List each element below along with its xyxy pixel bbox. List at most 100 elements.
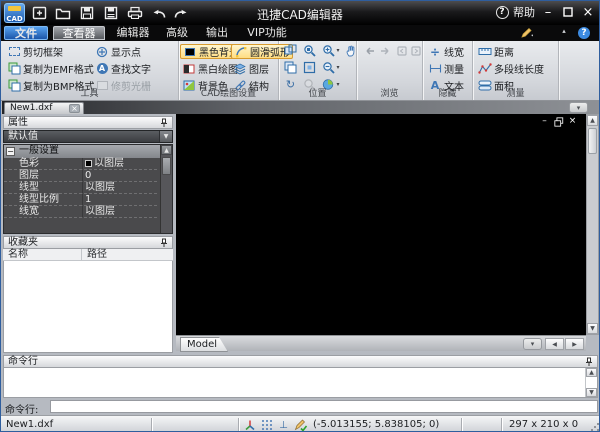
hide-measure-button[interactable]: 测量 bbox=[426, 61, 466, 76]
grid-snap-icon[interactable] bbox=[259, 418, 274, 431]
black-background-icon bbox=[183, 45, 197, 58]
smooth-arc-icon bbox=[234, 45, 248, 58]
status-bar: New1.dxf ⊥ (-5.013155; 5.838105; 0) 297 … bbox=[1, 415, 599, 431]
tab-viewer[interactable]: 查看器 bbox=[53, 26, 105, 40]
ucs-axes-icon[interactable] bbox=[242, 418, 257, 431]
cmd-scroll-down-icon[interactable]: ▼ bbox=[586, 388, 597, 397]
polyline-length-button[interactable]: 多段线长度 bbox=[476, 61, 546, 76]
mdi-minimize-icon[interactable]: – bbox=[539, 116, 550, 126]
tab-vip[interactable]: VIP功能 bbox=[239, 26, 295, 40]
crop-frame-button[interactable]: 剪切框架 bbox=[5, 44, 65, 59]
canvas-scroll-thumb[interactable] bbox=[588, 128, 597, 154]
layers-button[interactable]: 图层 bbox=[231, 61, 271, 76]
canvas-scroll-left-icon[interactable]: ◀ bbox=[545, 338, 564, 350]
draft-check-icon[interactable] bbox=[293, 418, 308, 431]
crop-frame-icon bbox=[7, 45, 21, 58]
favorites-pin-icon[interactable] bbox=[159, 238, 169, 248]
properties-panel-header: 属性 bbox=[3, 116, 173, 129]
property-grid-scrollbar[interactable]: ▲ bbox=[160, 145, 172, 233]
property-row-lineweight[interactable]: 线宽 以图层 bbox=[4, 206, 157, 218]
properties-preset-dropdown[interactable]: 默认值 ▼ bbox=[3, 130, 173, 143]
minimize-button[interactable]: – bbox=[539, 4, 557, 20]
group-label-measure: 测量 bbox=[506, 89, 525, 99]
drawing-canvas[interactable]: – × bbox=[176, 114, 586, 335]
property-category-row[interactable]: − 一般设置 bbox=[4, 145, 172, 158]
help-icon[interactable]: ? bbox=[495, 4, 509, 20]
preset-dropdown-arrow-icon[interactable]: ▼ bbox=[159, 131, 172, 142]
canvas-scroll-right-icon[interactable]: ▶ bbox=[565, 338, 584, 350]
ribbon-group-hide: ÷ 线宽 测量 A 文本 隐藏 bbox=[423, 41, 473, 100]
save-button[interactable] bbox=[77, 5, 97, 21]
maximize-button[interactable] bbox=[559, 4, 577, 20]
collapse-category-icon[interactable]: − bbox=[6, 147, 15, 156]
command-input[interactable] bbox=[50, 400, 598, 413]
app-window: CAD 迅捷CAD编辑器 ? 帮助 – × 文件 查看器 编辑器 高级 输出 V… bbox=[0, 0, 600, 432]
zoom-extents-icon[interactable] bbox=[300, 60, 319, 75]
copy-view-icon[interactable] bbox=[281, 60, 300, 75]
status-paper-size: 297 x 210 x 0 bbox=[509, 419, 579, 430]
status-coordinates: (-5.013155; 5.838105; 0) bbox=[313, 419, 440, 430]
ortho-mode-icon[interactable]: ⊥ bbox=[276, 418, 291, 431]
copy-emf-button[interactable]: 复制为EMF格式 bbox=[5, 61, 96, 76]
close-button[interactable]: × bbox=[579, 4, 597, 20]
distance-button[interactable]: 距离 bbox=[476, 44, 516, 59]
commandline-pin-icon[interactable] bbox=[584, 357, 594, 367]
model-tab[interactable]: Model bbox=[180, 337, 228, 352]
property-row-layer[interactable]: 图层 0 bbox=[4, 170, 157, 182]
properties-pin-icon[interactable] bbox=[159, 118, 169, 128]
canvas-scroll-down-icon[interactable]: ▼ bbox=[587, 323, 598, 334]
document-tab-label: New1.dxf bbox=[10, 103, 53, 113]
group-label-tools: 工具 bbox=[80, 89, 99, 99]
zoom-in-icon[interactable]: ▾ bbox=[319, 43, 343, 58]
layers-icon bbox=[233, 62, 247, 75]
collapse-ribbon-icon[interactable]: ▴ bbox=[557, 27, 571, 35]
print-button[interactable] bbox=[125, 5, 145, 21]
save-as-button[interactable] bbox=[101, 5, 121, 21]
resize-grip[interactable] bbox=[590, 422, 599, 431]
hide-lineweight-button[interactable]: ÷ 线宽 bbox=[426, 44, 466, 60]
layout-chevron-icon[interactable]: ▾ bbox=[523, 338, 542, 350]
layout-tab-bar: Model ▾ ◀ ▶ bbox=[176, 335, 586, 351]
mdi-restore-icon[interactable] bbox=[553, 116, 564, 127]
property-row-linetype-scale[interactable]: 线型比例 1 bbox=[4, 194, 157, 206]
rotate-3d-icon[interactable] bbox=[281, 43, 300, 58]
tab-file[interactable]: 文件 bbox=[4, 26, 48, 40]
commandline-history[interactable]: ▲ ▼ bbox=[3, 368, 598, 398]
scroll-thumb[interactable] bbox=[162, 157, 171, 175]
app-logo-icon[interactable]: CAD bbox=[4, 3, 25, 23]
pen-tool-icon[interactable] bbox=[517, 27, 537, 39]
favorites-panel-header: 收藏夹 bbox=[3, 236, 173, 249]
favorites-column-headers: 名称 路径 bbox=[3, 249, 173, 261]
document-tab-close-icon[interactable]: × bbox=[69, 104, 80, 113]
cmd-scroll-up-icon[interactable]: ▲ bbox=[586, 368, 597, 377]
tab-advanced[interactable]: 高级 bbox=[159, 26, 195, 40]
column-name[interactable]: 名称 bbox=[8, 249, 28, 260]
zoom-window-icon[interactable] bbox=[300, 43, 319, 58]
zoom-out-icon[interactable]: ▾ bbox=[319, 60, 343, 75]
color-swatch bbox=[85, 160, 92, 167]
mdi-close-icon[interactable]: × bbox=[567, 116, 578, 126]
undo-button[interactable] bbox=[149, 5, 169, 21]
find-text-button[interactable]: A 查找文字 bbox=[93, 61, 153, 76]
document-tab[interactable]: New1.dxf × bbox=[4, 102, 84, 114]
open-file-button[interactable] bbox=[53, 5, 73, 21]
tab-editor[interactable]: 编辑器 bbox=[109, 26, 157, 40]
property-row-color[interactable]: 色彩 以图层 bbox=[4, 158, 157, 170]
title-bar: CAD 迅捷CAD编辑器 ? 帮助 – × bbox=[1, 1, 599, 25]
favorites-list[interactable] bbox=[3, 261, 173, 353]
canvas-vertical-scrollbar[interactable]: ▲ ▼ bbox=[586, 114, 599, 335]
canvas-scroll-up-icon[interactable]: ▲ bbox=[587, 115, 598, 126]
new-file-button[interactable] bbox=[29, 5, 49, 21]
tab-list-chevron-icon[interactable]: ▾ bbox=[569, 102, 588, 113]
ribbon-help-icon[interactable]: ? bbox=[577, 27, 591, 39]
column-path[interactable]: 路径 bbox=[87, 249, 107, 260]
tab-output[interactable]: 输出 bbox=[198, 26, 236, 40]
ribbon-group-cad-settings: 黑色背景 黑白绘图 背景色 圆滑弧形 图层 结构 CAD绘图设置 bbox=[179, 41, 293, 100]
ribbon-group-browse: 浏览 bbox=[357, 41, 423, 100]
show-points-button[interactable]: 显示点 bbox=[93, 44, 143, 59]
redo-button[interactable] bbox=[171, 5, 191, 21]
property-row-linetype[interactable]: 线型 以图层 bbox=[4, 182, 157, 194]
scroll-up-icon[interactable]: ▲ bbox=[161, 145, 172, 155]
help-button[interactable]: 帮助 bbox=[511, 4, 537, 20]
favorites-title: 收藏夹 bbox=[8, 237, 38, 248]
